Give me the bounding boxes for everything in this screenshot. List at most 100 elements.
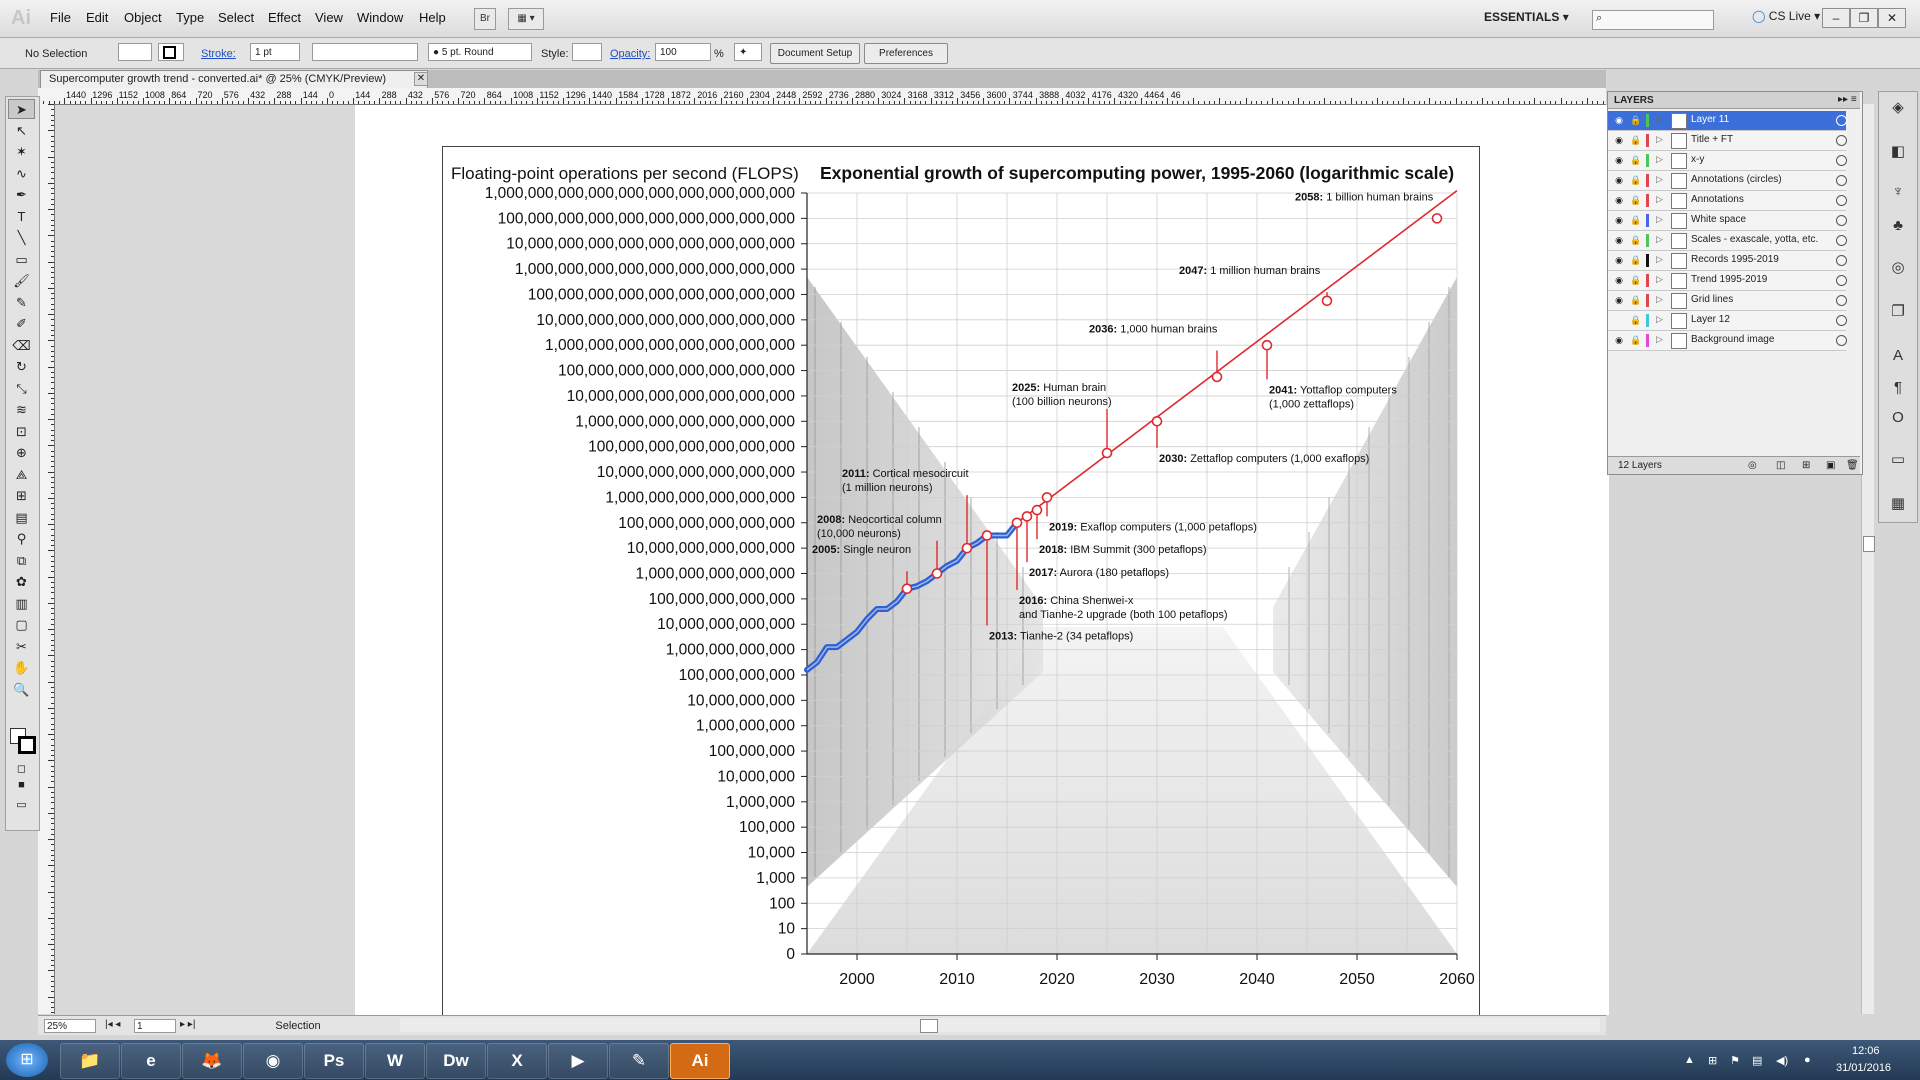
lasso-tool-icon[interactable]: ∿: [8, 164, 35, 184]
layer-row[interactable]: ◉ 🔒 ▷ Title + FT: [1608, 131, 1847, 151]
target-circle-icon[interactable]: [1836, 335, 1847, 346]
taskbar-word-icon[interactable]: W: [365, 1043, 425, 1079]
taskbar-chrome-icon[interactable]: ◉: [243, 1043, 303, 1079]
make-clipping-mask-icon[interactable]: ◫: [1776, 457, 1785, 474]
symbols-dock-icon[interactable]: ♣: [1886, 216, 1910, 236]
target-circle-icon[interactable]: [1836, 135, 1847, 146]
workspace-switcher[interactable]: ESSENTIALS ▾: [1484, 10, 1569, 24]
zoom-tool-icon[interactable]: 🔍: [8, 680, 35, 700]
pen-tool-icon[interactable]: ✒: [8, 185, 35, 205]
vertical-scroll-thumb[interactable]: [1863, 536, 1875, 552]
menu-edit[interactable]: Edit: [86, 10, 108, 25]
lock-icon[interactable]: 🔒: [1630, 174, 1642, 186]
lock-icon[interactable]: 🔒: [1630, 214, 1642, 226]
opacity-field[interactable]: 100: [655, 43, 711, 61]
horizontal-scrollbar[interactable]: [400, 1018, 1600, 1033]
fill-color-swatch[interactable]: [118, 43, 152, 61]
shape-builder-tool-icon[interactable]: ⊕: [8, 443, 35, 463]
close-tab-icon[interactable]: ✕: [414, 72, 428, 86]
graphic-styles-dock-icon[interactable]: ◎: [1886, 258, 1910, 278]
layer-row[interactable]: 🔒 ▷ Layer 12: [1608, 311, 1847, 331]
stroke-color-swatch[interactable]: [158, 43, 184, 61]
layer-row[interactable]: ◉ 🔒 ▷ Records 1995-2019: [1608, 251, 1847, 271]
lock-icon[interactable]: 🔒: [1630, 314, 1642, 326]
zoom-field[interactable]: 25%: [44, 1019, 96, 1033]
column-graph-tool-icon[interactable]: ▥: [8, 594, 35, 614]
clock-time[interactable]: 12:06: [1852, 1045, 1880, 1057]
target-circle-icon[interactable]: [1836, 315, 1847, 326]
lock-icon[interactable]: 🔒: [1630, 194, 1642, 206]
lock-icon[interactable]: 🔒: [1630, 234, 1642, 246]
recolor-artwork-button[interactable]: ✦: [734, 43, 762, 61]
taskbar-photoshop-icon[interactable]: Ps: [304, 1043, 364, 1079]
bridge-button[interactable]: Br: [474, 8, 496, 30]
rotate-tool-icon[interactable]: ↻: [8, 357, 35, 377]
new-layer-icon[interactable]: ▣: [1826, 457, 1835, 474]
direct-selection-tool-icon[interactable]: ↖: [8, 121, 35, 141]
new-sublayer-icon[interactable]: ⊞: [1802, 457, 1810, 474]
panel-menu-icon[interactable]: ▸▸ ≡: [1838, 94, 1857, 105]
expand-arrow-icon[interactable]: ▷: [1656, 114, 1663, 125]
horizontal-scroll-thumb[interactable]: [920, 1019, 938, 1033]
brushes-dock-icon[interactable]: ♆: [1886, 182, 1910, 202]
menu-file[interactable]: File: [50, 10, 71, 25]
layer-row[interactable]: ◉ 🔒 ▷ Annotations (circles): [1608, 171, 1847, 191]
paintbrush-tool-icon[interactable]: 🖌: [8, 271, 35, 291]
warp-tool-icon[interactable]: ≋: [8, 400, 35, 420]
horizontal-ruler[interactable]: 1440 1296 1152 1008 864 720 576 432 288 144 0 144 28…: [38, 88, 1606, 105]
lock-icon[interactable]: 🔒: [1630, 114, 1642, 126]
target-circle-icon[interactable]: [1836, 275, 1847, 286]
close-button[interactable]: ✕: [1878, 8, 1906, 28]
layer-row[interactable]: ◉ 🔒 ▷ Trend 1995-2019: [1608, 271, 1847, 291]
layer-row[interactable]: ◉ 🔒 ▷ Layer 11: [1608, 111, 1847, 131]
visibility-eye-icon[interactable]: ◉: [1613, 335, 1625, 345]
symbol-sprayer-tool-icon[interactable]: ✿: [8, 572, 35, 592]
taskbar-illustrator-icon[interactable]: Ai: [670, 1043, 730, 1079]
menu-help[interactable]: Help: [419, 10, 446, 25]
paragraph-dock-icon[interactable]: ¶: [1886, 378, 1910, 398]
brush-definition[interactable]: ● 5 pt. Round: [428, 43, 532, 61]
visibility-eye-icon[interactable]: ◉: [1613, 115, 1625, 125]
normal-mode-icon[interactable]: ◻: [8, 762, 35, 776]
visibility-eye-icon[interactable]: ◉: [1613, 235, 1625, 245]
artboard[interactable]: 0 10 100 1,000 10,000 100,000 1,000,000 10,000,…: [442, 146, 1480, 1018]
artboard-tool-icon[interactable]: ▢: [8, 615, 35, 635]
menu-view[interactable]: View: [315, 10, 343, 25]
blend-tool-icon[interactable]: ⧉: [8, 551, 35, 571]
lock-icon[interactable]: 🔒: [1630, 254, 1642, 266]
transparency-dock-icon[interactable]: ▭: [1886, 450, 1910, 470]
selection-tool-icon[interactable]: ➤: [8, 99, 35, 119]
scale-tool-icon[interactable]: ⤡: [8, 379, 35, 399]
visibility-eye-icon[interactable]: ◉: [1613, 195, 1625, 205]
type-tool-icon[interactable]: T: [8, 207, 35, 227]
target-circle-icon[interactable]: [1836, 175, 1847, 186]
expand-arrow-icon[interactable]: ▷: [1656, 214, 1663, 225]
expand-arrow-icon[interactable]: ▷: [1656, 274, 1663, 285]
clock-date[interactable]: 31/01/2016: [1836, 1062, 1891, 1074]
expand-arrow-icon[interactable]: ▷: [1656, 154, 1663, 165]
opacity-label[interactable]: Opacity:: [610, 48, 650, 60]
variable-width-profile[interactable]: [312, 43, 418, 61]
minimize-button[interactable]: –: [1822, 8, 1850, 28]
screen-mode-icon[interactable]: ▭: [8, 798, 35, 812]
layer-row[interactable]: ◉ 🔒 ▷ Grid lines: [1608, 291, 1847, 311]
layer-row[interactable]: ◉ 🔒 ▷ Annotations: [1608, 191, 1847, 211]
eraser-tool-icon[interactable]: ⌫: [8, 336, 35, 356]
taskbar-notes-icon[interactable]: ✎: [609, 1043, 669, 1079]
pencil-tool-icon[interactable]: ✎: [8, 293, 35, 313]
preferences-button[interactable]: Preferences: [864, 43, 948, 64]
volume-icon[interactable]: ◀): [1776, 1054, 1788, 1067]
layer-row[interactable]: ◉ 🔒 ▷ x-y: [1608, 151, 1847, 171]
document-tab[interactable]: Supercomputer growth trend - converted.a…: [40, 70, 428, 88]
character-dock-icon[interactable]: A: [1886, 346, 1910, 366]
arrange-documents-button[interactable]: ▦ ▾: [508, 8, 544, 30]
expand-arrow-icon[interactable]: ▷: [1656, 234, 1663, 245]
rectangle-tool-icon[interactable]: ▭: [8, 250, 35, 270]
swatches-dock-icon[interactable]: ▦: [1886, 494, 1910, 514]
stroke-swatch[interactable]: [18, 736, 36, 754]
visibility-eye-icon[interactable]: ◉: [1613, 295, 1625, 305]
target-circle-icon[interactable]: [1836, 155, 1847, 166]
color-mode-icon[interactable]: ■: [8, 778, 35, 792]
menu-effect[interactable]: Effect: [268, 10, 301, 25]
help-search-input[interactable]: ⌕: [1592, 10, 1714, 30]
